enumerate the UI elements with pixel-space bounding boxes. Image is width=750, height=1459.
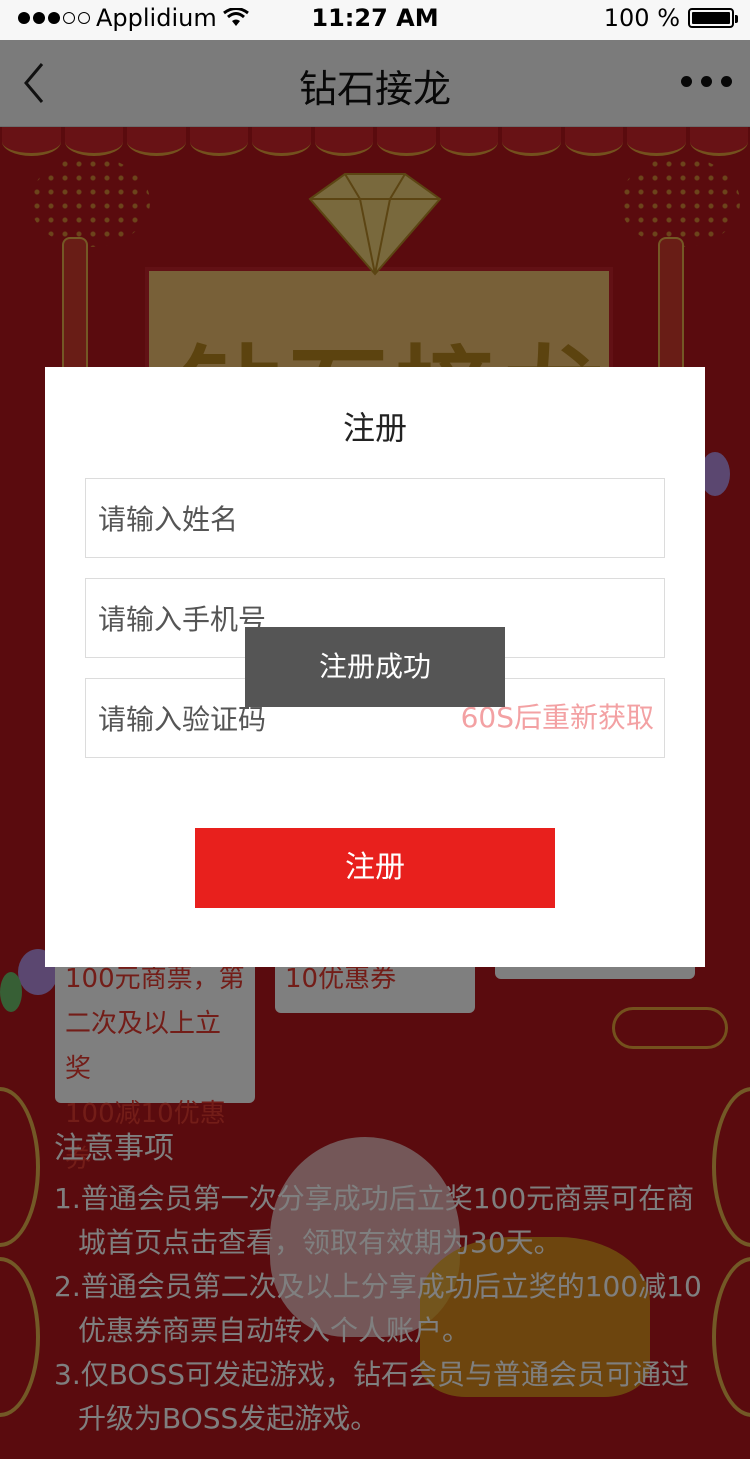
battery-percent: 100 %	[603, 4, 680, 32]
name-field	[85, 478, 665, 559]
battery-icon	[688, 8, 738, 28]
dialog-title: 注册	[342, 409, 407, 447]
register-button[interactable]: 注册	[195, 828, 555, 908]
success-toast: 注册成功	[245, 627, 505, 707]
name-input[interactable]	[96, 479, 460, 559]
status-bar: Applidium 11:27 AM 100 %	[0, 0, 750, 40]
battery-status: 100 %	[603, 4, 738, 32]
